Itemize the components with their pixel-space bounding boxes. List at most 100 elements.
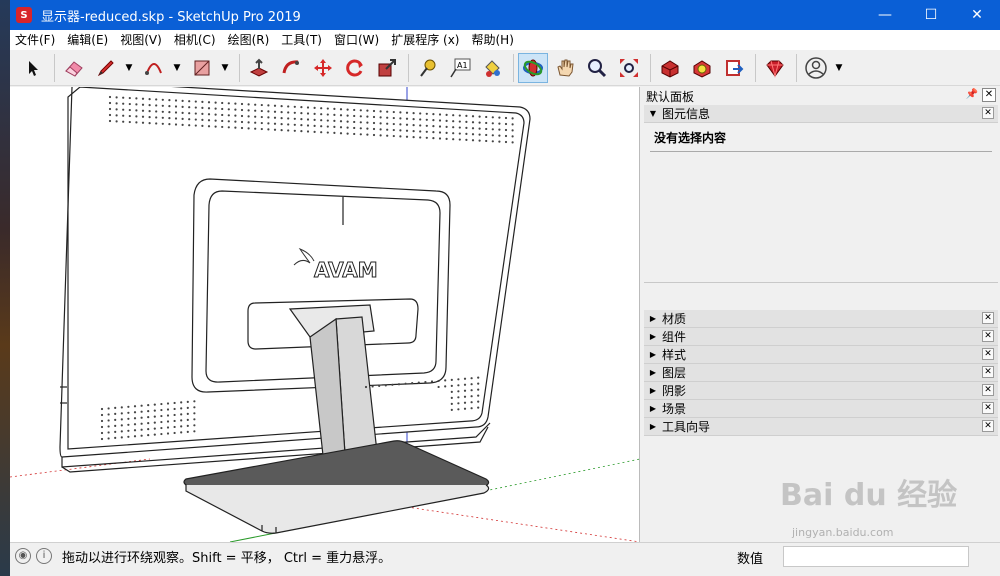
tray-section-components[interactable]: ▶ 组件 ✕: [644, 328, 998, 346]
zoom-extents-icon[interactable]: [614, 53, 644, 83]
pan-hand-icon[interactable]: [550, 53, 580, 83]
grille-dot: [392, 116, 395, 120]
collapsed-triangle-icon[interactable]: ▶: [644, 386, 662, 395]
send-to-layout-icon[interactable]: [719, 53, 749, 83]
info-icon[interactable]: i: [36, 548, 52, 564]
grille-dot: [478, 139, 481, 142]
select-arrow-icon[interactable]: [18, 53, 48, 83]
grille-dot: [254, 109, 257, 112]
extension-warehouse-icon[interactable]: [687, 53, 717, 83]
expanded-triangle-icon[interactable]: ▼: [644, 109, 662, 118]
grille-dot: [122, 120, 125, 123]
collapsed-triangle-icon[interactable]: ▶: [644, 350, 662, 359]
sketchup-logo-icon[interactable]: S: [16, 7, 32, 23]
text-icon[interactable]: A1: [445, 53, 475, 83]
grille-dot: [280, 111, 283, 114]
menu-extensions[interactable]: 扩展程序 (x): [386, 30, 466, 50]
close-icon[interactable]: ✕: [982, 88, 996, 102]
grille-dot: [180, 419, 183, 422]
tray-section-entity-info[interactable]: ▼ 图元信息 ✕: [644, 105, 998, 123]
tray-section-shadows[interactable]: ▶ 阴影 ✕: [644, 382, 998, 400]
push-pull-icon[interactable]: [244, 53, 274, 83]
menu-help[interactable]: 帮助(H): [466, 30, 520, 50]
grille-dot: [306, 112, 310, 115]
collapsed-triangle-icon[interactable]: ▶: [644, 332, 662, 341]
grille-dot: [511, 129, 514, 132]
close-icon[interactable]: ✕: [982, 348, 994, 360]
close-icon[interactable]: ✕: [982, 330, 994, 342]
pencil-line-icon[interactable]: [91, 53, 121, 83]
tray-section-layers[interactable]: ▶ 图层 ✕: [644, 364, 998, 382]
pin-icon[interactable]: 📌: [966, 89, 978, 100]
chevron-down-icon[interactable]: ▼: [219, 53, 231, 83]
menu-draw[interactable]: 绘图(R): [223, 30, 277, 50]
collapsed-triangle-icon[interactable]: ▶: [644, 314, 662, 323]
menu-file[interactable]: 文件(F): [10, 30, 62, 50]
account-icon[interactable]: [801, 53, 831, 83]
menu-window[interactable]: 窗口(W): [329, 30, 386, 50]
tray-section-scenes[interactable]: ▶ 场景 ✕: [644, 400, 998, 418]
drawing-area[interactable]: AVAM: [10, 87, 640, 542]
grille-dot: [432, 119, 435, 122]
grille-dot: [168, 117, 171, 120]
chevron-down-icon[interactable]: ▼: [171, 53, 183, 83]
grille-dot: [412, 112, 415, 115]
chevron-down-icon[interactable]: ▼: [123, 53, 135, 83]
follow-me-icon[interactable]: [276, 53, 306, 83]
tray-section-label: 样式: [662, 348, 687, 362]
grille-dot: [306, 130, 310, 133]
collapsed-triangle-icon[interactable]: ▶: [644, 404, 662, 413]
minimize-button[interactable]: —: [862, 0, 908, 30]
grille-dot: [424, 380, 427, 384]
move-icon[interactable]: [308, 53, 338, 83]
grille-dot: [457, 402, 460, 405]
close-button[interactable]: ✕: [954, 0, 1000, 30]
close-icon[interactable]: ✕: [982, 402, 994, 414]
model-canvas[interactable]: AVAM: [10, 87, 640, 542]
menu-view[interactable]: 视图(V): [115, 30, 169, 50]
window-title: 显示器-reduced.skp - SketchUp Pro 2019: [41, 9, 301, 25]
rectangle-icon[interactable]: [187, 53, 217, 83]
tray-section-materials[interactable]: ▶ 材质 ✕: [644, 310, 998, 328]
tape-measure-icon[interactable]: [413, 53, 443, 83]
scale-icon[interactable]: [372, 53, 402, 83]
grille-dot: [135, 121, 138, 124]
tray-section-styles[interactable]: ▶ 样式 ✕: [644, 346, 998, 364]
zoom-icon[interactable]: [582, 53, 612, 83]
grille-dot: [306, 118, 310, 121]
menu-edit[interactable]: 编辑(E): [62, 30, 115, 50]
grille-dot: [180, 401, 183, 404]
ruby-icon[interactable]: [760, 53, 790, 83]
measurements-input[interactable]: [783, 546, 969, 567]
grille-dot: [254, 121, 257, 124]
tray-section-instructor[interactable]: ▶ 工具向导 ✕: [644, 418, 998, 436]
orbit-icon[interactable]: [518, 52, 548, 83]
close-icon[interactable]: ✕: [982, 420, 994, 432]
grille-dot: [359, 115, 362, 118]
collapsed-triangle-icon[interactable]: ▶: [644, 422, 662, 431]
large-toolset: ▼ ▼ ▼ A1 ▼: [10, 50, 1000, 86]
grille-dot: [463, 389, 467, 392]
close-icon[interactable]: ✕: [982, 384, 994, 396]
geo-location-icon[interactable]: ◉: [15, 548, 31, 564]
close-icon[interactable]: ✕: [982, 312, 994, 324]
close-icon[interactable]: ✕: [982, 366, 994, 378]
rotate-icon[interactable]: [340, 53, 370, 83]
eraser-icon[interactable]: [59, 53, 89, 83]
grille-dot: [405, 123, 409, 126]
grille-dot: [372, 109, 376, 113]
menu-camera[interactable]: 相机(C): [169, 30, 223, 50]
grille-dot: [432, 125, 435, 128]
grille-dot: [267, 104, 270, 107]
chevron-down-icon[interactable]: ▼: [833, 53, 845, 83]
close-icon[interactable]: ✕: [982, 107, 994, 119]
grille-dot: [155, 98, 158, 101]
maximize-button[interactable]: ☐: [908, 0, 954, 30]
collapsed-triangle-icon[interactable]: ▶: [644, 368, 662, 377]
warehouse-icon[interactable]: [655, 53, 685, 83]
red-axis-dashed: [406, 506, 639, 542]
arc-icon[interactable]: [139, 53, 169, 83]
grille-dot: [201, 124, 204, 127]
menu-tools[interactable]: 工具(T): [276, 30, 329, 50]
paint-bucket-icon[interactable]: [477, 53, 507, 83]
